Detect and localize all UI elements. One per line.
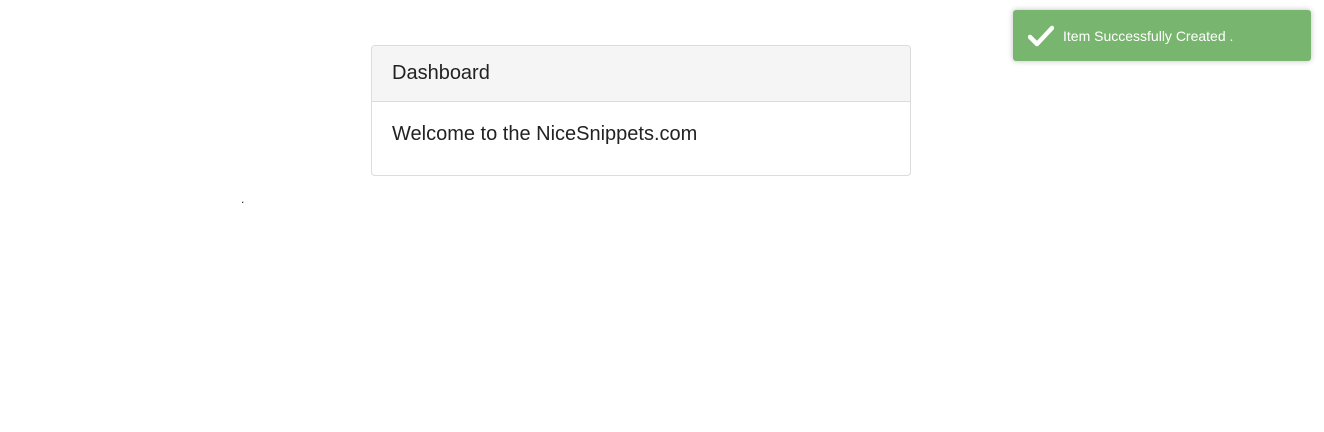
toast-message: Item Successfully Created .	[1063, 27, 1234, 44]
card-header: Dashboard	[372, 46, 910, 102]
stray-text: .	[241, 192, 245, 206]
page: Dashboard Welcome to the NiceSnippets.co…	[0, 0, 1324, 432]
success-toast[interactable]: Item Successfully Created .	[1013, 10, 1311, 61]
card-body: Welcome to the NiceSnippets.com	[372, 102, 910, 175]
welcome-message: Welcome to the NiceSnippets.com	[392, 123, 698, 145]
card-header-title: Dashboard	[392, 62, 490, 84]
checkmark-icon	[1028, 25, 1054, 47]
dashboard-card: Dashboard Welcome to the NiceSnippets.co…	[371, 45, 911, 176]
